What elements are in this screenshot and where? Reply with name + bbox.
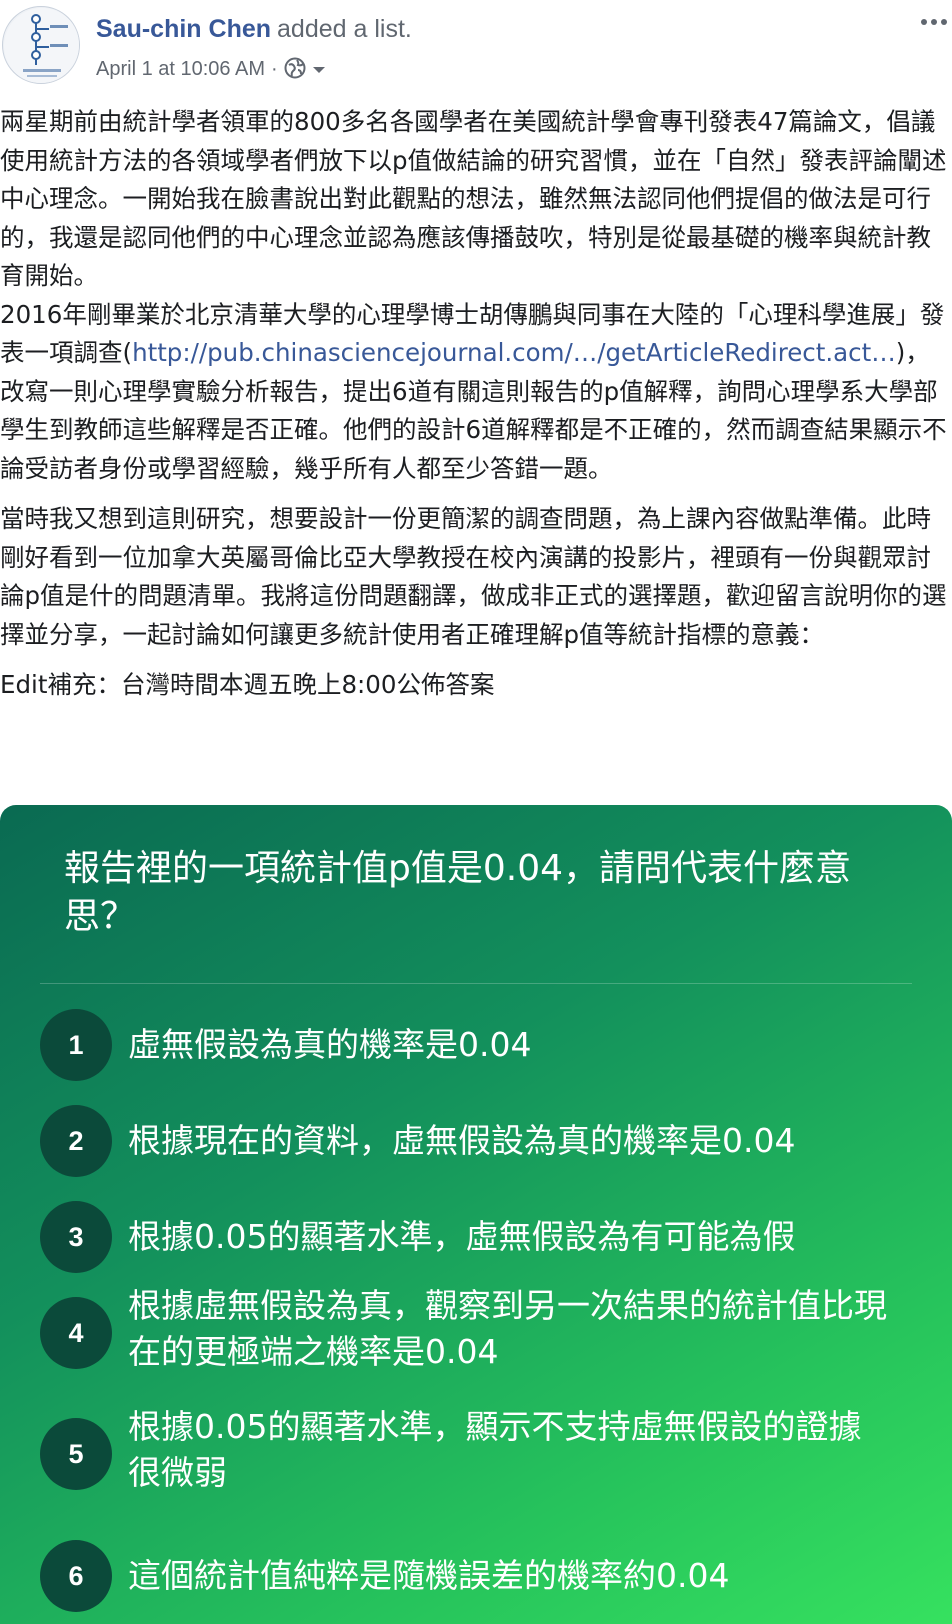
list-item-text: 根據0.05的顯著水準，顯示不支持虛無假設的證據很微弱 bbox=[128, 1407, 862, 1492]
post-text: 兩星期前由統計學者領軍的800多名各國學者在美國統計學會專刊發表47篇論文，倡議… bbox=[0, 103, 952, 705]
list-item-text: 根據現在的資料，虛無假設為真的機率是0.04 bbox=[128, 1121, 796, 1160]
post-timestamp[interactable]: April 1 at 10:06 AM bbox=[96, 58, 265, 80]
avatar-logo-icon bbox=[4, 8, 79, 83]
list-item-text: 這個統計值純粹是隨機誤差的機率約0.04 bbox=[128, 1556, 730, 1595]
post-action-text: added a list. bbox=[277, 15, 412, 43]
list-item-text: 根據0.05的顯著水準，虛無假設為有可能為假 bbox=[128, 1217, 796, 1256]
more-options-icon[interactable] bbox=[918, 8, 950, 36]
article-link[interactable]: http://pub.chinasciencejournal.com/…/get… bbox=[132, 338, 896, 367]
post-paragraph-1: 兩星期前由統計學者領軍的800多名各國學者在美國統計學會專刊發表47篇論文，倡議… bbox=[0, 107, 947, 290]
list-item-number: 2 bbox=[40, 1105, 112, 1177]
list-item-text: 虛無假設為真的機率是0.04 bbox=[128, 1025, 532, 1064]
author-name-link[interactable]: Sau-chin Chen bbox=[96, 15, 271, 43]
list-item-number: 6 bbox=[40, 1540, 112, 1612]
meta-separator: · bbox=[270, 58, 278, 80]
list-divider bbox=[40, 983, 912, 984]
author-line: Sau-chin Chen added a list. bbox=[96, 12, 412, 46]
list-item-number: 3 bbox=[40, 1201, 112, 1273]
list-question: 報告裡的一項統計值p值是0.04，請問代表什麼意思？ bbox=[64, 848, 852, 937]
post-paragraph-2: 2016年剛畢業於北京清華大學的心理學博士胡傳鵬與同事在大陸的「心理科學進展」發… bbox=[0, 296, 952, 489]
list-item-number: 5 bbox=[40, 1418, 112, 1490]
post-header: Sau-chin Chen added a list. April 1 at 10… bbox=[0, 0, 952, 100]
chevron-down-icon[interactable] bbox=[310, 59, 328, 77]
list-item-text: 根據虛無假設為真，觀察到另一次結果的統計值比現在的更極端之機率是0.04 bbox=[128, 1286, 887, 1371]
author-avatar[interactable] bbox=[2, 6, 80, 84]
post-meta: April 1 at 10:06 AM · bbox=[96, 55, 328, 83]
post-paragraph-3: 當時我又想到這則研究，想要設計一份更簡潔的調查問題，為上課內容做點準備。此時剛好… bbox=[0, 504, 947, 649]
list-item-number: 4 bbox=[40, 1297, 112, 1369]
list-card: 報告裡的一項統計值p值是0.04，請問代表什麼意思？ 1 虛無假設為真的機率是0… bbox=[0, 805, 952, 1624]
post-paragraph-4: Edit補充：台灣時間本週五晚上8:00公佈答案 bbox=[0, 670, 495, 699]
globe-icon[interactable] bbox=[284, 57, 306, 79]
list-item-number: 1 bbox=[40, 1009, 112, 1081]
